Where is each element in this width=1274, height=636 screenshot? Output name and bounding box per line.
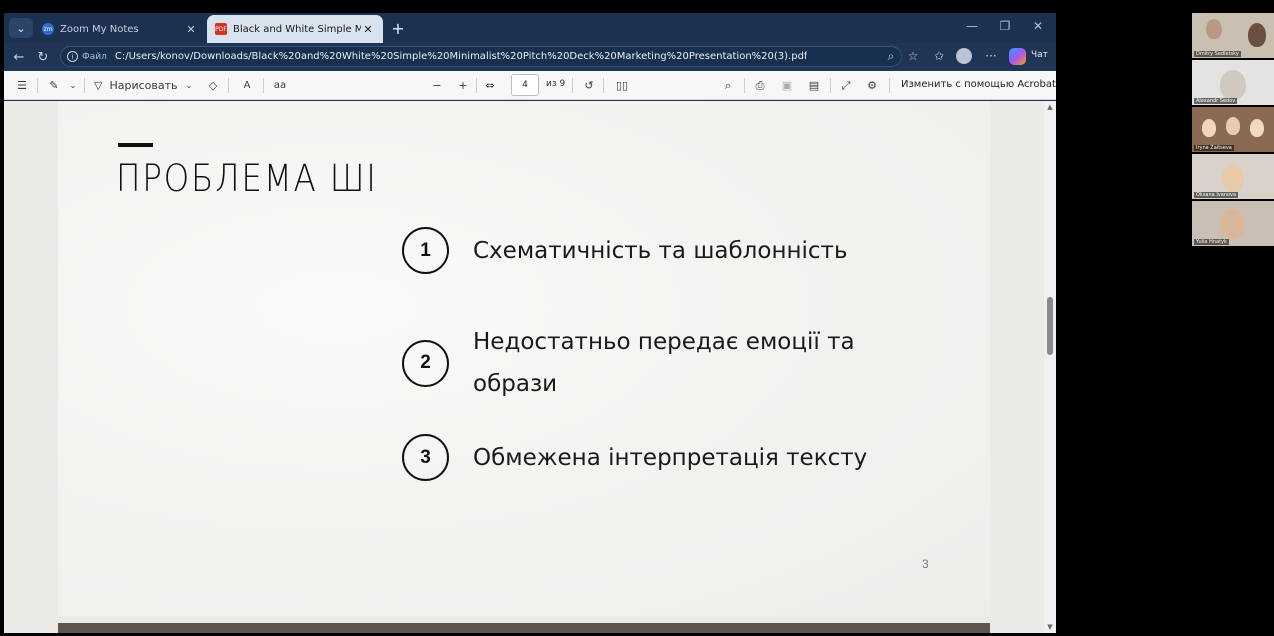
pen-icon: ▽ [94,79,103,92]
participant-video-tile[interactable]: Alexandr Sedov [1192,60,1274,105]
participant-face [1222,164,1244,192]
tab-title: Zoom My Notes [60,23,139,35]
save-as-icon[interactable]: ▤ [805,77,823,94]
copilot-icon[interactable] [1009,48,1026,65]
participant-face [1206,19,1222,39]
url-text: C:/Users/konov/Downloads/Black%20and%20W… [114,51,808,62]
participant-face [1248,23,1266,47]
scrollbar-thumb[interactable] [1047,297,1053,355]
edit-with-acrobat-button[interactable]: Изменить с помощью Acrobat [901,79,1056,90]
participant-face [1202,119,1216,137]
zoom-icon[interactable]: ⌕ [882,47,900,65]
fullscreen-icon[interactable]: ⤢ [837,77,855,94]
minimize-button[interactable]: — [957,19,987,33]
favorites-icon[interactable]: ✩ [930,47,948,65]
page-count-label: из 9 [546,79,566,89]
list-item: 2 Недостатньо передає емоції та образи [402,321,893,405]
search-icon[interactable]: ⌕ [719,77,737,94]
read-aloud-icon[interactable]: A [238,77,256,94]
print-icon[interactable]: ⎙ [751,77,769,94]
arrow-left-icon: ← [13,49,25,65]
scroll-up-icon[interactable]: ▲ [1046,103,1054,111]
zoom-out-icon[interactable]: − [428,77,446,94]
pdf-toolbar: ☰ ✎ ⌄ ▽ Нарисовать ⌄ ◇ A aa − + ⇔ 4 из 9… [4,71,1056,100]
back-button[interactable]: ← [10,48,28,66]
zoom-participant-gallery: Dmitry Sedletsky Alexandr Sedov Iryna Za… [1192,13,1274,246]
draw-button[interactable]: ▽ Нарисовать [94,77,178,94]
new-tab-button[interactable]: + [388,18,408,38]
zoom-in-icon[interactable]: + [454,77,472,94]
vertical-scrollbar[interactable]: ▲ ▼ [1044,101,1056,633]
pdf-favicon-icon: PDF [215,23,227,35]
tab-zoom-notes[interactable]: zm Zoom My Notes ✕ [34,15,206,43]
chevron-down-icon: ⌄ [16,21,26,35]
tab-pdf-presentation[interactable]: PDF Black and White Simple Minimalist ✕ [207,15,383,43]
more-menu-icon[interactable]: ··· [982,47,1000,65]
participant-face [1220,209,1244,239]
reload-icon: ↻ [37,49,49,65]
address-bar-row: ← ↻ i Файл C:/Users/konov/Downloads/Blac… [4,43,1056,70]
slide-page-number: 3 [922,557,929,571]
scroll-down-icon[interactable]: ▼ [1046,623,1054,631]
tab-actions-menu-button[interactable]: ⌄ [9,18,33,38]
eraser-icon[interactable]: ◇ [204,77,222,94]
item-text: Недостатньо передає емоції та образи [473,329,855,397]
participant-video-tile[interactable]: Iryna Zaitseva [1192,107,1274,152]
pdf-viewport[interactable]: ПРОБЛЕМА ШІ 1 Схематичність та шаблонніс… [4,101,1056,633]
participant-name: Yulia Hnatyk [1194,239,1229,245]
chat-label[interactable]: Чат [1031,50,1048,60]
item-number-badge: 2 [402,339,449,387]
chevron-down-icon[interactable]: ⌄ [64,77,82,94]
participant-face [1226,117,1240,135]
item-number-badge: 3 [402,434,449,481]
participant-name: Iryna Zaitseva [1194,145,1234,151]
list-item: 3 Обмежена інтерпретація тексту [402,434,893,481]
close-window-button[interactable]: ✕ [1023,19,1053,33]
close-tab-icon[interactable]: ✕ [184,23,198,36]
slide-title: ПРОБЛЕМА ШІ [116,157,378,200]
zoom-favicon-icon: zm [42,23,54,35]
highlight-icon[interactable]: ✎ [45,77,63,94]
participant-face [1250,119,1264,137]
participant-name: Dmitry Sedletsky [1194,51,1241,57]
translate-icon[interactable]: aa [271,77,289,94]
page-number-input[interactable]: 4 [511,74,539,96]
participant-name: Alexandr Sedov [1194,98,1238,104]
fit-page-icon[interactable]: ⇔ [481,77,499,94]
plus-icon: + [391,18,405,38]
profile-avatar[interactable] [956,48,972,64]
tab-title: Black and White Simple Minimalist [233,23,361,35]
contents-list-icon[interactable]: ☰ [13,77,31,94]
rotate-icon[interactable]: ↺ [580,77,598,94]
item-text: Схематичність та шаблонність [473,237,848,264]
chevron-down-icon[interactable]: ⌄ [180,77,198,94]
tab-strip: ⌄ zm Zoom My Notes ✕ PDF Black and White… [4,13,1056,43]
favorite-star-icon[interactable]: ☆ [904,47,922,65]
save-icon[interactable]: ▣ [778,77,796,94]
url-scheme-label: Файл [82,51,107,62]
participant-video-tile[interactable]: Dmitry Sedletsky [1192,13,1274,58]
info-icon[interactable]: i [67,51,78,62]
url-field[interactable]: i Файл C:/Users/konov/Downloads/Black%20… [60,46,902,67]
restore-button[interactable]: ❐ [990,19,1020,33]
browser-window: ⌄ zm Zoom My Notes ✕ PDF Black and White… [4,13,1056,633]
participant-face [1220,70,1246,100]
screen: ⌄ zm Zoom My Notes ✕ PDF Black and White… [0,0,1274,636]
next-pdf-page-preview [58,623,990,633]
settings-gear-icon[interactable]: ⚙ [863,77,881,94]
close-tab-icon[interactable]: ✕ [361,23,375,36]
participant-video-tile[interactable]: Yulia Hnatyk [1192,201,1274,246]
page-view-icon[interactable]: ▯▯ [613,77,631,94]
reload-button[interactable]: ↻ [34,48,52,66]
title-accent-bar [118,143,153,147]
list-item: 1 Схематичність та шаблонність [402,227,893,274]
pdf-page: ПРОБЛЕМА ШІ 1 Схематичність та шаблонніс… [58,101,990,616]
participant-name: Oksana Ivanova [1194,192,1239,198]
item-number-badge: 1 [402,227,449,274]
item-text: Обмежена інтерпретація тексту [473,444,868,471]
participant-video-tile[interactable]: Oksana Ivanova [1192,154,1274,199]
draw-label: Нарисовать [109,79,178,92]
